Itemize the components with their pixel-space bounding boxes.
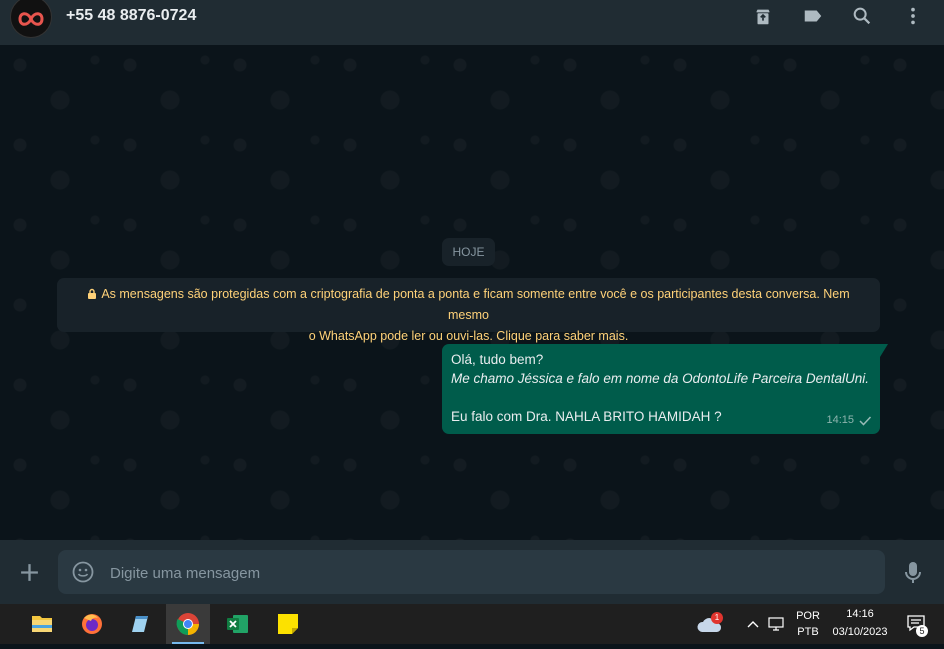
clock-date[interactable]: 03/10/2023 — [828, 626, 892, 638]
attach-plus-icon[interactable] — [19, 562, 40, 583]
message-input-box[interactable] — [58, 550, 885, 596]
weather-badge: 1 — [711, 612, 723, 624]
date-divider: HOJE — [442, 238, 495, 266]
firefox-icon — [82, 614, 102, 634]
chevron-up-icon[interactable] — [746, 618, 760, 630]
message-composer — [0, 540, 944, 604]
taskbar-chrome[interactable] — [166, 604, 210, 644]
message-input[interactable] — [108, 550, 872, 596]
weather-widget[interactable]: 1 — [696, 610, 724, 638]
notepad-icon — [132, 616, 148, 632]
bubble-tail — [880, 344, 888, 357]
emoji-icon[interactable] — [72, 561, 94, 583]
network-icon[interactable] — [768, 616, 788, 632]
menu-icon[interactable] — [902, 5, 924, 27]
encryption-notice-line1: As mensagens são protegidas com a cripto… — [101, 287, 850, 322]
clock-time[interactable]: 14:16 — [828, 608, 892, 620]
chat-header: +55 48 8876-0724 — [0, 0, 944, 45]
chrome-icon — [176, 613, 199, 635]
taskbar-file-explorer[interactable] — [20, 604, 64, 644]
windows-taskbar: 1 POR PTB 14:16 03/10/2023 5 — [0, 604, 944, 644]
message-line: Olá, tudo bem? — [451, 352, 544, 367]
keyboard-layout[interactable]: PTB — [794, 626, 822, 638]
taskbar-firefox[interactable] — [70, 604, 114, 644]
taskbar-excel[interactable] — [216, 604, 260, 644]
search-icon[interactable] — [851, 5, 873, 27]
notification-count: 5 — [916, 625, 928, 637]
excel-icon — [227, 615, 248, 633]
label-icon[interactable] — [802, 5, 824, 27]
message-line: Me chamo Jéssica e falo em nome da Odont… — [451, 371, 869, 386]
conversation-panel[interactable]: HOJE As mensagens são protegidas com a c… — [0, 45, 944, 540]
single-check-icon — [859, 416, 872, 426]
sticky-notes-icon — [278, 614, 298, 634]
avatar[interactable] — [10, 0, 52, 38]
message-meta: 14:15 — [826, 411, 872, 430]
message-time: 14:15 — [826, 414, 854, 426]
folder-icon — [32, 616, 52, 632]
message-line: Eu falo com Dra. NAHLA BRITO HAMIDAH ? — [451, 409, 722, 424]
language-code[interactable]: POR — [794, 610, 822, 622]
infinity-logo-icon — [18, 12, 44, 26]
archive-icon[interactable] — [752, 5, 774, 27]
encryption-notice[interactable]: As mensagens são protegidas com a cripto… — [57, 278, 880, 343]
notification-center[interactable]: 5 — [906, 614, 932, 638]
contact-name[interactable]: +55 48 8876-0724 — [66, 7, 196, 25]
outgoing-message[interactable]: Olá, tudo bem? Me chamo Jéssica e falo e… — [442, 344, 888, 434]
taskbar-notepad-app[interactable] — [118, 604, 162, 644]
microphone-icon[interactable] — [904, 561, 922, 585]
encryption-notice-line2: o WhatsApp pode ler ou ouvi-las. Clique … — [308, 329, 629, 343]
taskbar-sticky-notes[interactable] — [266, 604, 310, 644]
lock-icon — [88, 288, 97, 299]
